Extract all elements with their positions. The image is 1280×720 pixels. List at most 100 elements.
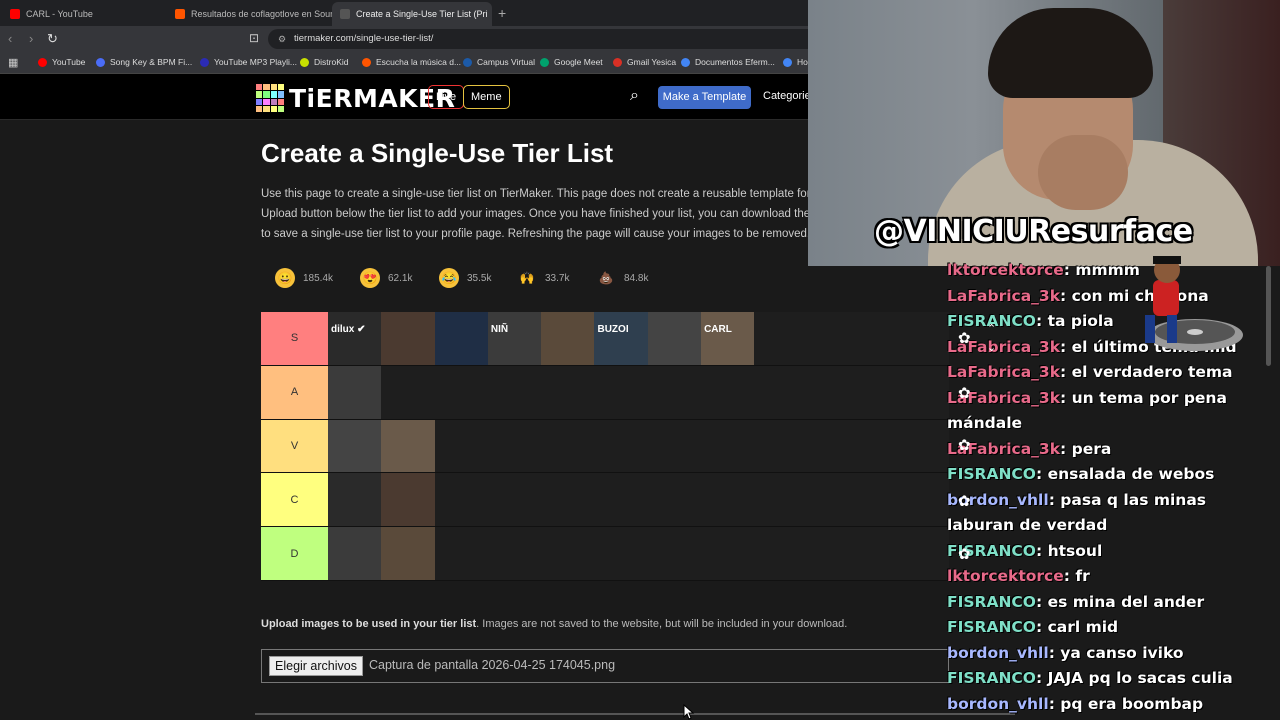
bookmark-favicon-icon <box>38 57 47 67</box>
poop-emoji-icon: 💩 <box>598 271 614 285</box>
bookmark-label: YouTube MP3 Playli... <box>214 57 297 67</box>
bookmark-item[interactable]: Campus Virtual <box>463 57 535 67</box>
intro-text: Use this page to create a single-use tie… <box>261 184 808 244</box>
bookmark-item[interactable]: YouTube <box>38 57 85 67</box>
chevron-up-icon: ⌃ <box>987 323 997 335</box>
tier-item-image[interactable] <box>328 365 382 419</box>
bookmark-icon[interactable]: ⊡ <box>249 31 259 45</box>
tier-items: dilux ✔ NIÑ BUZOI CARL <box>328 312 755 365</box>
upload-instructions-rest: . Images are not saved to the website, b… <box>476 618 848 630</box>
browser-tab-youtube[interactable]: CARL - YouTube <box>2 2 167 26</box>
back-icon[interactable]: ‹ <box>8 31 12 46</box>
bookmark-favicon-icon <box>540 57 549 67</box>
tier-row: A <box>261 365 949 420</box>
youtube-icon <box>10 9 20 19</box>
logo-cell <box>270 105 277 112</box>
meme-button[interactable]: Meme <box>463 85 510 109</box>
reaction-poop[interactable]: 💩 84.8k <box>596 262 649 294</box>
bookmark-item[interactable]: Gmail Yesica <box>613 57 676 67</box>
chat-message: FISRANCO: carl mid <box>947 615 1272 641</box>
thumb-caption: dilux ✔ <box>331 324 366 335</box>
soundcloud-icon <box>175 9 185 19</box>
site-info-icon[interactable]: ⚙ <box>278 29 286 49</box>
make-template-button[interactable]: Make a Template <box>658 86 751 109</box>
address-bar[interactable]: ⚙ tiermaker.com/single-use-tier-list/ <box>268 29 828 49</box>
site-header: TiERMAKER Live Meme ⌕ Make a Template Ca… <box>0 74 811 120</box>
search-icon[interactable]: ⌕ <box>630 87 639 105</box>
heart-eyes-emoji-icon: 😍 <box>360 268 380 288</box>
chat-username: bordon_vhll <box>947 643 1049 662</box>
tier-item-image[interactable] <box>381 419 435 473</box>
tier-item-image[interactable] <box>381 312 435 365</box>
chat-username: lktorcektorce <box>947 567 1064 585</box>
tier-item-image[interactable] <box>328 527 382 580</box>
tier-item-image[interactable] <box>381 473 435 527</box>
logo-cell <box>277 105 284 112</box>
chat-separator: : <box>1048 643 1061 662</box>
chat-scrollbar[interactable] <box>1266 266 1271 366</box>
logo-cell <box>256 98 263 105</box>
chat-message: bordon_vhll: ya canso iviko <box>947 641 1272 667</box>
chat-separator: : <box>1035 465 1048 483</box>
tier-label[interactable]: C <box>261 473 328 527</box>
browser-tab-soundcloud[interactable]: Resultados de coflagotlove en Sound <box>167 2 332 26</box>
chat-text: JAJA pq lo sacas culia <box>1047 669 1233 687</box>
bookmark-item[interactable]: DistroKid <box>300 57 348 67</box>
reload-icon[interactable]: ↻ <box>47 31 58 47</box>
tier-label[interactable]: V <box>261 419 328 473</box>
bookmark-item[interactable]: Documentos Eferm... <box>681 57 775 67</box>
logo-cell <box>263 91 270 98</box>
tiermaker-logo-icon[interactable] <box>256 84 284 112</box>
bookmark-favicon-icon <box>96 57 105 67</box>
chat-text: ta piola <box>1047 312 1114 330</box>
bookmark-item[interactable]: Ho <box>783 57 808 67</box>
reaction-laugh[interactable]: 😂 35.5k <box>439 262 491 294</box>
tier-item-image[interactable] <box>647 312 702 365</box>
tier-label[interactable]: D <box>261 527 328 580</box>
reaction-heart-eyes[interactable]: 😍 62.1k <box>360 262 412 294</box>
tier-item-image[interactable] <box>541 312 595 365</box>
bookmark-label: Escucha la música d... <box>376 57 462 67</box>
tier-item-image[interactable]: CARL <box>701 312 755 365</box>
bookmark-item[interactable]: Google Meet <box>540 57 603 67</box>
thumb-caption: NIÑ <box>490 324 509 335</box>
chat-text: pera <box>1071 439 1112 458</box>
bookmark-item[interactable]: Escucha la música d... <box>362 57 461 67</box>
tier-row: V <box>261 419 949 474</box>
chat-separator: : <box>1035 618 1048 636</box>
horizontal-scrollbar[interactable] <box>255 713 1015 715</box>
tier-item-image[interactable] <box>328 473 382 527</box>
categories-menu[interactable]: Categorie <box>763 90 811 102</box>
tier-item-image[interactable] <box>381 527 435 580</box>
reaction-raised-hands[interactable]: 🙌 33.7k <box>517 262 570 294</box>
tier-row: Sdilux ✔ NIÑ BUZOI CARL <box>261 312 949 366</box>
selected-file-name: Captura de pantalla 2026-04-25 174045.pn… <box>369 658 616 672</box>
tier-item-image[interactable]: dilux ✔ <box>328 312 382 365</box>
chat-username: FISRANCO <box>947 618 1036 636</box>
tier-item-image[interactable] <box>328 419 382 473</box>
tier-label[interactable]: S <box>261 312 328 365</box>
tier-item-image[interactable]: BUZOI <box>594 312 648 365</box>
tier-item-image[interactable] <box>434 312 488 365</box>
raised-hands-emoji-icon: 🙌 <box>519 271 535 285</box>
chat-username: LaFabrica_3k <box>947 363 1061 381</box>
bookmark-item[interactable]: Song Key & BPM Fi... <box>96 57 192 67</box>
tier-list: Sdilux ✔ NIÑ BUZOI CARL A V C D <box>261 312 949 581</box>
live-button[interactable]: Live <box>428 85 465 109</box>
new-tab-button[interactable]: + <box>498 5 506 21</box>
chat-text: ensalada de webos <box>1047 465 1215 483</box>
apps-grid-icon[interactable]: ▦ <box>8 56 18 69</box>
choose-files-button[interactable]: Elegir archivos <box>269 656 363 676</box>
reaction-grin[interactable]: 😀 185.4k <box>275 262 333 294</box>
chat-message: LaFabrica_3k: un tema por pena mándale <box>947 386 1272 437</box>
chat-username: FISRANCO <box>947 465 1036 483</box>
tier-label[interactable]: A <box>261 365 328 419</box>
browser-tab-tiermaker[interactable]: Create a Single-Use Tier List (Pri ✕ <box>332 2 492 26</box>
chat-separator: : <box>1063 261 1076 279</box>
forward-icon[interactable]: › <box>29 31 33 46</box>
thumb-caption: CARL <box>704 324 732 335</box>
tab-title: Resultados de coflagotlove en Sound <box>191 9 332 19</box>
bookmark-item[interactable]: YouTube MP3 Playli... <box>200 57 297 67</box>
logo-cell <box>263 98 270 105</box>
tier-item-image[interactable]: NIÑ <box>487 312 542 365</box>
